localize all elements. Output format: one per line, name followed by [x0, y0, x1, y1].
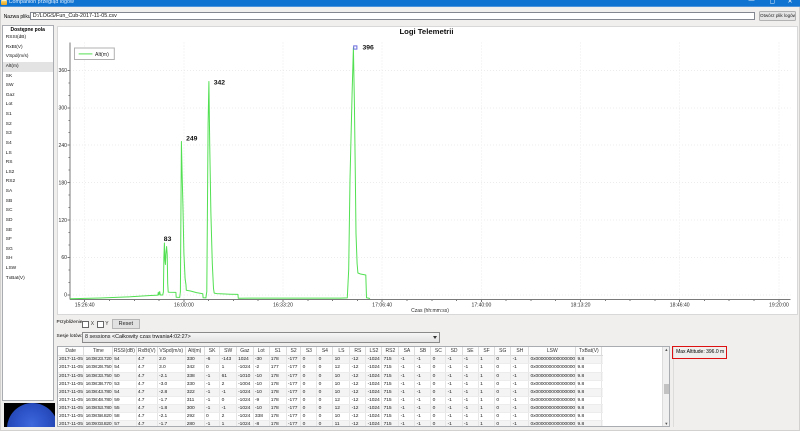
svg-text:60: 60	[61, 255, 67, 261]
svg-text:83: 83	[163, 236, 171, 243]
svg-text:249: 249	[186, 135, 198, 142]
svg-text:120: 120	[58, 217, 67, 223]
svg-text:360: 360	[58, 68, 67, 74]
svg-text:180: 180	[58, 180, 67, 186]
svg-text:240: 240	[58, 143, 67, 149]
svg-text:16:33:20: 16:33:20	[273, 302, 293, 308]
svg-text:17:40:00: 17:40:00	[471, 302, 491, 308]
svg-text:18:13:20: 18:13:20	[570, 302, 590, 308]
svg-text:396: 396	[362, 44, 374, 51]
svg-text:16:00:00: 16:00:00	[173, 302, 193, 308]
svg-text:0: 0	[64, 292, 67, 298]
svg-text:Logi Telemetrii: Logi Telemetrii	[399, 27, 453, 36]
svg-text:Czas (hh:mm:ss): Czas (hh:mm:ss)	[411, 307, 449, 313]
svg-text:18:46:40: 18:46:40	[669, 302, 689, 308]
svg-text:15:26:40: 15:26:40	[74, 302, 94, 308]
svg-text:342: 342	[213, 79, 225, 86]
svg-text:Alt(m): Alt(m)	[95, 52, 109, 58]
svg-text:300: 300	[58, 105, 67, 111]
svg-text:19:20:00: 19:20:00	[768, 302, 788, 308]
svg-text:17:06:40: 17:06:40	[372, 302, 392, 308]
